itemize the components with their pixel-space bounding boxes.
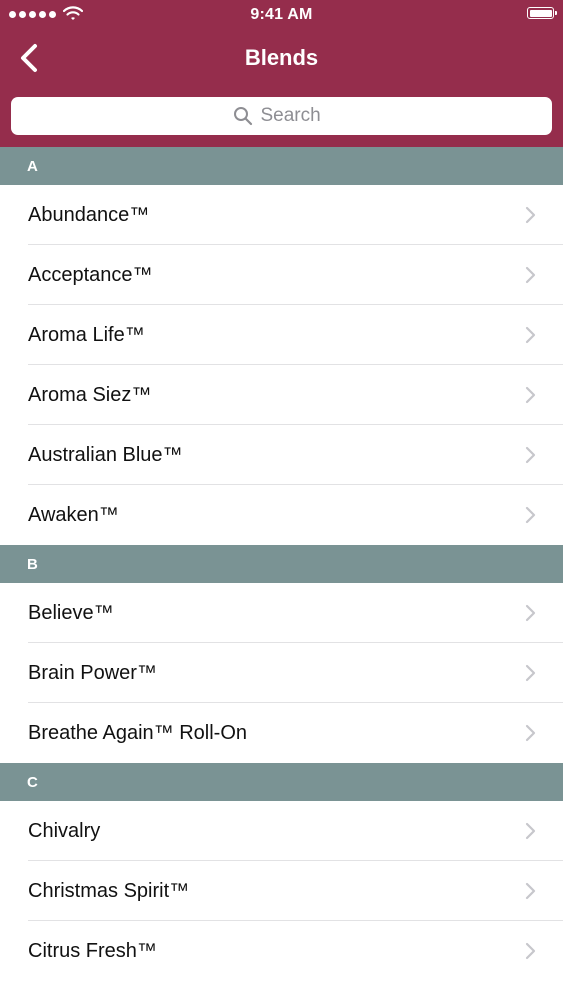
chevron-right-icon: [525, 446, 536, 464]
section-header-c: C: [0, 763, 563, 801]
search-input[interactable]: [260, 105, 331, 127]
navigation-bar: Blends: [0, 30, 563, 86]
search-bar[interactable]: [11, 97, 552, 135]
list-item-label: Australian Blue™: [28, 443, 183, 466]
status-time: 9:41 AM: [250, 6, 313, 23]
chevron-right-icon: [525, 604, 536, 622]
list-item[interactable]: Australian Blue™: [0, 425, 563, 485]
list-item-label: Chivalry: [28, 819, 101, 842]
list-item-label: Aroma Siez™: [28, 383, 152, 406]
list-item-label: Brain Power™: [28, 661, 157, 684]
status-bar: 9:41 AM: [0, 0, 563, 30]
chevron-right-icon: [525, 882, 536, 900]
list-item[interactable]: Aroma Life™: [0, 305, 563, 365]
chevron-right-icon: [525, 266, 536, 284]
search-container: [0, 86, 563, 147]
list-item-label: Awaken™: [28, 503, 119, 526]
section-header-b: B: [0, 545, 563, 583]
page-title: Blends: [244, 45, 319, 70]
chevron-right-icon: [525, 822, 536, 840]
blends-list: A Abundance™ Acceptance™ Aroma Life™ Aroma S…: [0, 147, 563, 981]
chevron-right-icon: [525, 386, 536, 404]
chevron-right-icon: [525, 664, 536, 682]
chevron-right-icon: [525, 506, 536, 524]
chevron-right-icon: [525, 326, 536, 344]
list-item[interactable]: Citrus Fresh™: [0, 921, 563, 981]
header: 9:41 AM Blends: [0, 0, 563, 147]
list-item[interactable]: Aroma Siez™: [0, 365, 563, 425]
list-item-label: Abundance™: [28, 203, 150, 226]
list-item-label: Citrus Fresh™: [28, 939, 157, 962]
section-header-a: A: [0, 147, 563, 185]
list-item[interactable]: Breathe Again™ Roll-On: [0, 703, 563, 763]
chevron-right-icon: [525, 942, 536, 960]
list-item[interactable]: Chivalry: [0, 801, 563, 861]
list-item-label: Acceptance™: [28, 263, 153, 286]
search-icon: [233, 107, 252, 126]
list-item[interactable]: Christmas Spirit™: [0, 861, 563, 921]
chevron-right-icon: [525, 724, 536, 742]
list-item[interactable]: Believe™: [0, 583, 563, 643]
app-screen: 9:41 AM Blends A Abundance™ Acceptance™ Aro…: [0, 0, 563, 1000]
list-item[interactable]: Brain Power™: [0, 643, 563, 703]
list-item-label: Christmas Spirit™: [28, 879, 190, 902]
list-item-label: Breathe Again™ Roll-On: [28, 721, 248, 744]
battery-icon: [527, 7, 557, 19]
list-item-label: Aroma Life™: [28, 323, 145, 346]
list-item[interactable]: Awaken™: [0, 485, 563, 545]
list-item-label: Believe™: [28, 601, 114, 624]
list-item[interactable]: Acceptance™: [0, 245, 563, 305]
list-item[interactable]: Abundance™: [0, 185, 563, 245]
chevron-right-icon: [525, 206, 536, 224]
